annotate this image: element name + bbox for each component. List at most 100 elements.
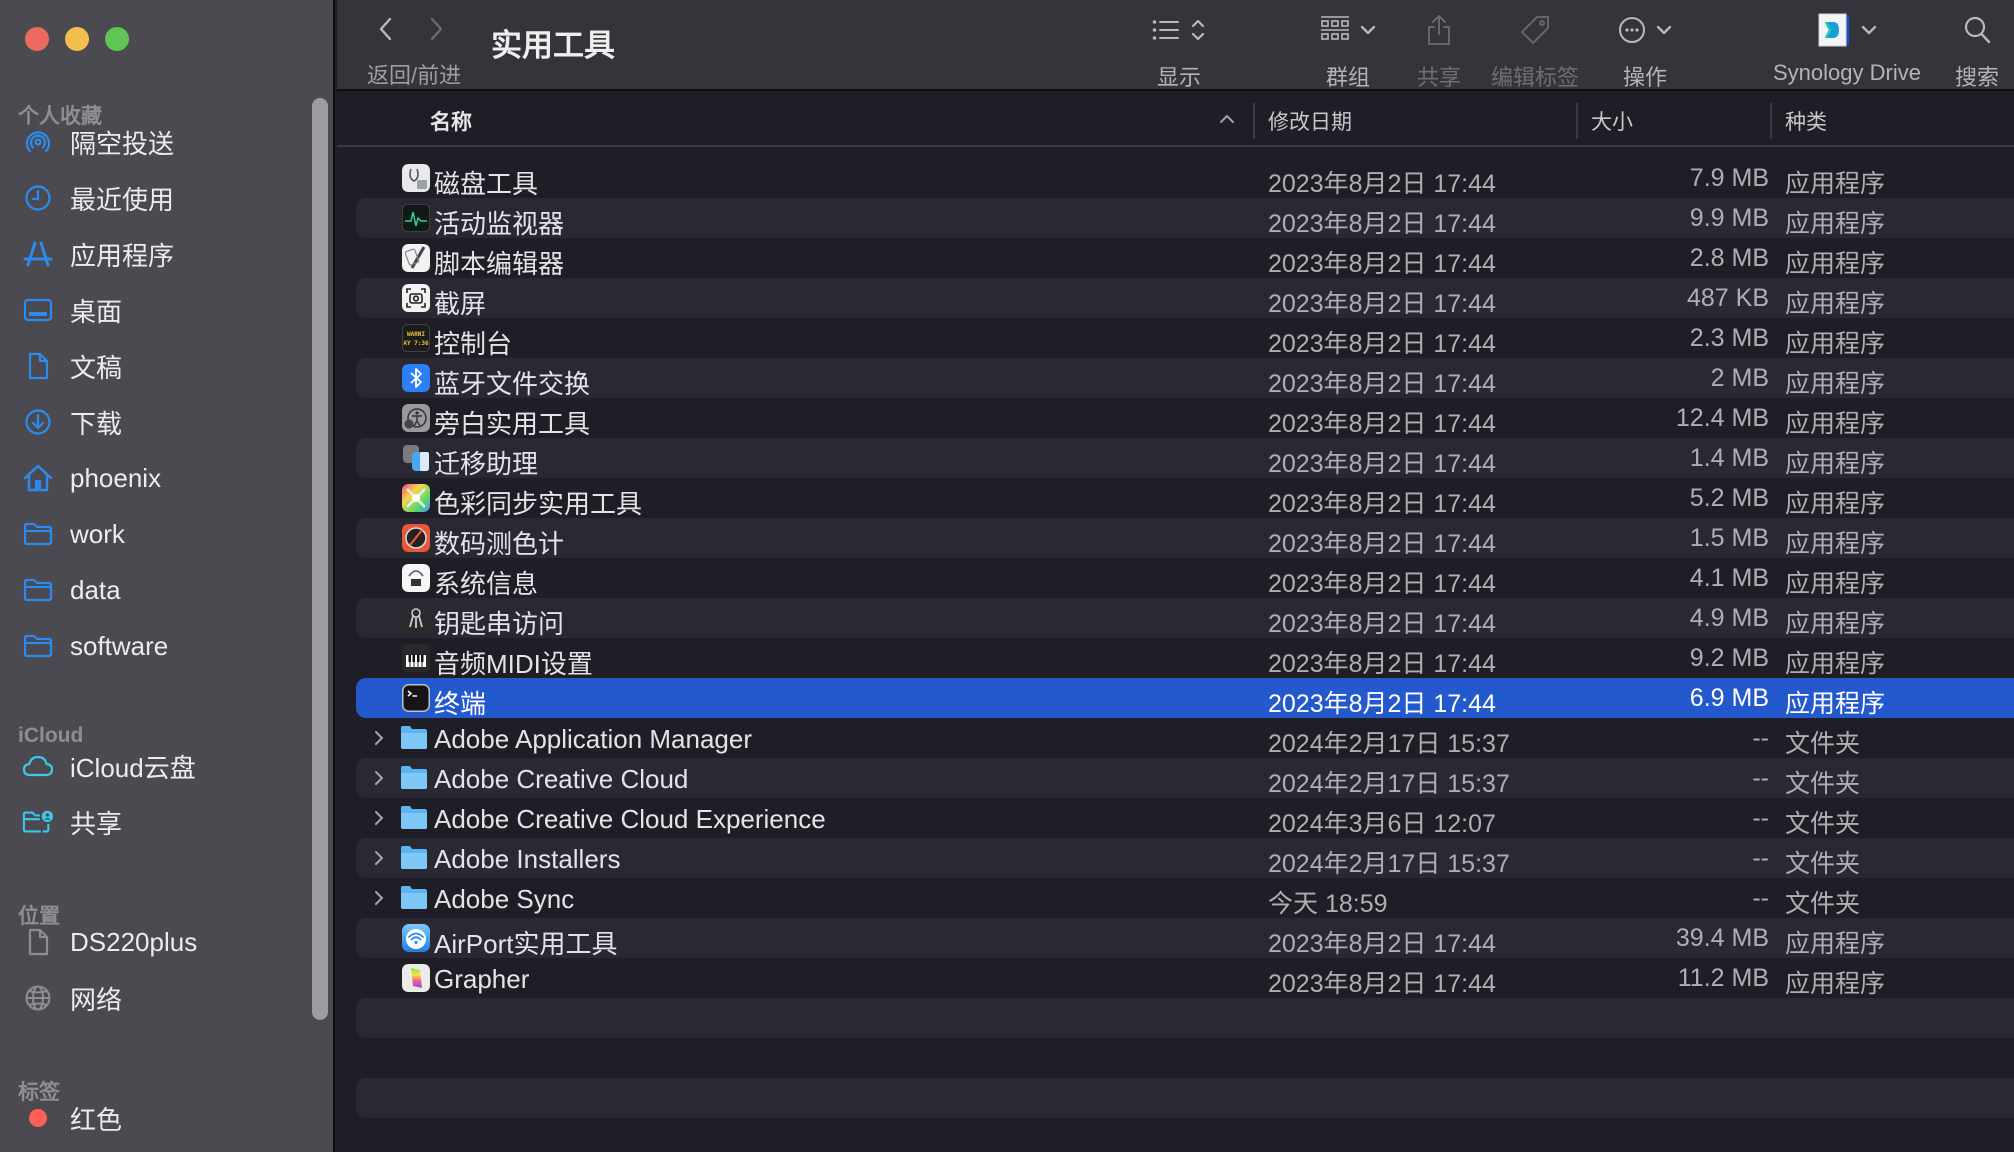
file-name: Adobe Creative Cloud Experience	[434, 804, 826, 834]
file-kind: 应用程序	[1785, 370, 1886, 398]
colorsync-icon	[402, 484, 430, 512]
group-button[interactable]: 群组	[1320, 10, 1376, 92]
search-button[interactable]: 搜索	[1955, 10, 1999, 92]
file-row[interactable]: 音频MIDI设置 2023年8月2日 17:44 9.2 MB 应用程序	[356, 638, 2014, 679]
column-size-header[interactable]: 大小	[1591, 106, 1633, 136]
terminal-icon	[402, 684, 430, 712]
file-row[interactable]: 磁盘工具 2023年8月2日 17:44 7.9 MB 应用程序	[356, 158, 2014, 199]
airdrop-icon	[22, 126, 54, 158]
sidebar-item[interactable]: 隔空投送	[0, 118, 300, 166]
action-button[interactable]: 操作	[1618, 10, 1672, 92]
synology-drive-button[interactable]: Synology Drive	[1773, 10, 1921, 86]
file-row[interactable]: WARNI AY 7:36 控制台 2023年8月2日 17:44 2.3 MB 应用程序	[356, 318, 2014, 359]
sidebar-item[interactable]: 下载	[0, 398, 300, 446]
file-row[interactable]: 数码测色计 2023年8月2日 17:44 1.5 MB 应用程序	[356, 518, 2014, 559]
folder-row[interactable]: Adobe Application Manager 2024年2月17日 15:3…	[356, 718, 2014, 758]
file-name: 终端	[434, 689, 487, 719]
file-row[interactable]: 脚本编辑器 2023年8月2日 17:44 2.8 MB 应用程序	[356, 238, 2014, 279]
file-date: 2023年8月2日 17:44	[1268, 410, 1496, 438]
disclosure-chevron-icon[interactable]	[369, 726, 389, 750]
grapher-icon	[402, 964, 430, 992]
file-name: AirPort实用工具	[434, 929, 618, 959]
disclosure-chevron-icon[interactable]	[369, 766, 389, 790]
file-row[interactable]: 旁白实用工具 2023年8月2日 17:44 12.4 MB 应用程序	[356, 398, 2014, 439]
sidebar-item[interactable]: 文稿	[0, 342, 300, 390]
view-button[interactable]: 显示	[1152, 10, 1206, 92]
file-size: --	[1752, 804, 1769, 832]
bluetooth-icon	[402, 364, 430, 392]
folder-row[interactable]: Adobe Creative Cloud 2024年2月17日 15:37 -- 文件…	[356, 758, 2014, 798]
zoom-button[interactable]	[105, 27, 129, 51]
edit-tags-button[interactable]: 编辑标签	[1491, 10, 1579, 92]
column-kind-header[interactable]: 种类	[1785, 106, 1827, 136]
sidebar-item-label: 文稿	[70, 352, 123, 383]
sidebar-item[interactable]: 最近使用	[0, 174, 300, 222]
file-row[interactable]: 色彩同步实用工具 2023年8月2日 17:44 5.2 MB 应用程序	[356, 478, 2014, 519]
sidebar-item[interactable]: phoenix	[0, 454, 300, 502]
file-row[interactable]: 蓝牙文件交换 2023年8月2日 17:44 2 MB 应用程序	[356, 358, 2014, 399]
file-row[interactable]: 迁移助理 2023年8月2日 17:44 1.4 MB 应用程序	[356, 438, 2014, 479]
file-row[interactable]: 钥匙串访问 2023年8月2日 17:44 4.9 MB 应用程序	[356, 598, 2014, 639]
share-button[interactable]: 共享	[1417, 10, 1461, 92]
sidebar-item[interactable]: 网络	[0, 974, 300, 1022]
folder-row[interactable]: Adobe Installers 2024年2月17日 15:37 -- 文件夹	[356, 838, 2014, 878]
file-date: 2024年2月17日 15:37	[1268, 770, 1510, 798]
sidebar-item[interactable]: DS220plus	[0, 918, 300, 966]
column-divider[interactable]	[1770, 103, 1772, 139]
red-tag-dot	[22, 1102, 54, 1134]
file-name: 活动监视器	[434, 209, 565, 239]
file-row[interactable]: 终端 2023年8月2日 17:44 6.9 MB 应用程序	[356, 678, 2014, 719]
file-kind: 应用程序	[1785, 930, 1886, 958]
disclosure-chevron-icon[interactable]	[369, 886, 389, 910]
sidebar-item[interactable]: 桌面	[0, 286, 300, 334]
file-kind: 应用程序	[1785, 210, 1886, 238]
forward-button[interactable]	[419, 12, 453, 46]
sidebar-item[interactable]: 应用程序	[0, 230, 300, 278]
file-size: 6.9 MB	[1689, 684, 1769, 712]
close-button[interactable]	[25, 27, 49, 51]
file-kind: 应用程序	[1785, 610, 1886, 638]
folder-row[interactable]: Adobe Sync 今天 18:59 -- 文件夹	[356, 878, 2014, 918]
file-row[interactable]: Grapher 2023年8月2日 17:44 11.2 MB 应用程序	[356, 958, 2014, 998]
file-date: 2023年8月2日 17:44	[1268, 330, 1496, 358]
sidebar-item-label: 共享	[70, 808, 123, 839]
file-name: 磁盘工具	[434, 169, 539, 199]
file-date: 2023年8月2日 17:44	[1268, 650, 1496, 678]
sidebar-item[interactable]: work	[0, 510, 300, 558]
file-row[interactable]: 系统信息 2023年8月2日 17:44 4.1 MB 应用程序	[356, 558, 2014, 599]
globe-icon	[22, 982, 54, 1014]
file-kind: 应用程序	[1785, 690, 1886, 718]
sidebar-item[interactable]: iCloud云盘	[0, 742, 300, 790]
file-size: 9.2 MB	[1689, 644, 1769, 672]
search-icon	[1964, 16, 1991, 44]
file-kind: 文件夹	[1785, 890, 1861, 918]
disclosure-chevron-icon[interactable]	[369, 806, 389, 830]
minimize-button[interactable]	[65, 27, 89, 51]
column-divider[interactable]	[1576, 103, 1578, 139]
sidebar-item[interactable]: software	[0, 622, 300, 670]
disclosure-chevron-icon[interactable]	[369, 846, 389, 870]
file-size: --	[1752, 764, 1769, 792]
sidebar-item[interactable]: data	[0, 566, 300, 614]
column-name-header[interactable]: 名称	[430, 106, 472, 136]
sidebar-item[interactable]: 共享	[0, 798, 300, 846]
sidebar-scrollbar[interactable]	[312, 98, 328, 1020]
document-icon	[22, 350, 54, 382]
folder-row[interactable]: Adobe Creative Cloud Experience 2024年3月6日…	[356, 798, 2014, 838]
system-info-icon	[402, 564, 430, 592]
file-row[interactable]: 活动监视器 2023年8月2日 17:44 9.9 MB 应用程序	[356, 198, 2014, 239]
back-button[interactable]	[369, 12, 403, 46]
sidebar-item-label: data	[70, 574, 121, 605]
file-size: --	[1752, 884, 1769, 912]
sort-ascending-icon[interactable]	[1219, 113, 1235, 125]
file-date: 2023年8月2日 17:44	[1268, 370, 1496, 398]
group-label: 群组	[1325, 65, 1370, 90]
chevron-down-icon	[1360, 25, 1376, 35]
file-date: 2023年8月2日 17:44	[1268, 970, 1496, 998]
sidebar-item[interactable]: 红色	[0, 1094, 300, 1142]
file-row[interactable]: 截屏 2023年8月2日 17:44 487 KB 应用程序	[356, 278, 2014, 319]
column-date-header[interactable]: 修改日期	[1268, 106, 1352, 136]
toolbar: 返回/前进 实用工具 显示 群组 共享 编辑标签 操作 Synology Dri…	[337, 0, 2014, 91]
file-row[interactable]: AirPort实用工具 2023年8月2日 17:44 39.4 MB 应用程序	[356, 918, 2014, 959]
column-divider[interactable]	[1253, 103, 1255, 139]
